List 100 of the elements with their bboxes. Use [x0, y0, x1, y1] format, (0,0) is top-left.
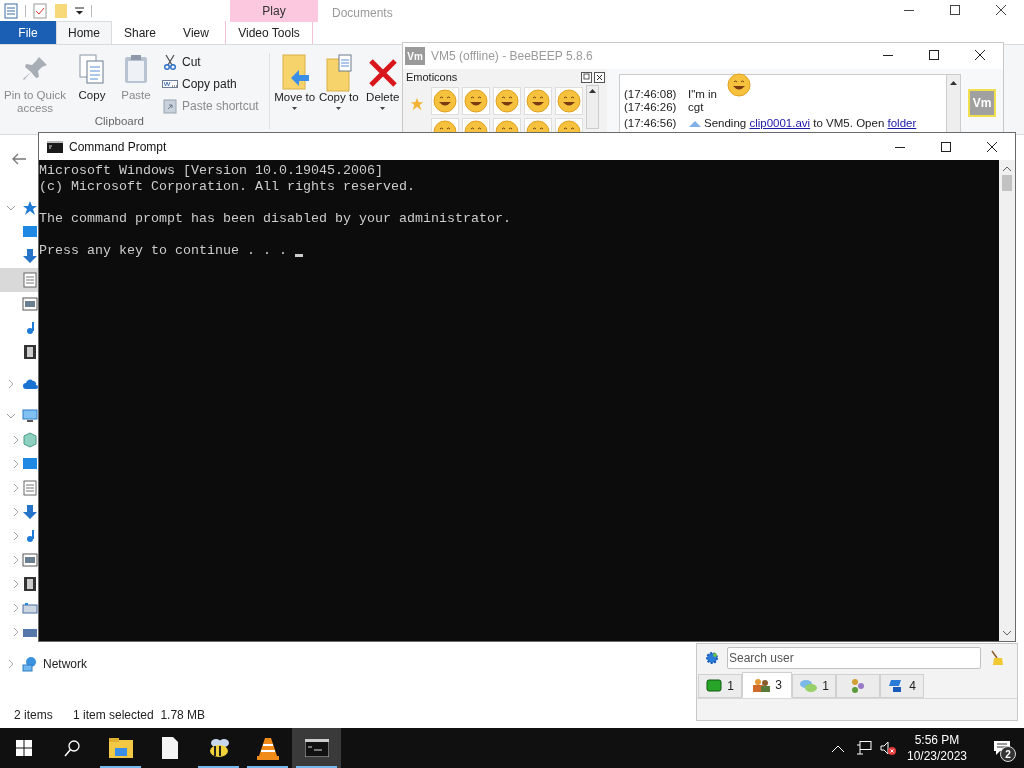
ribbon-tab[interactable]: Share — [112, 21, 168, 44]
app-avatar: Vm — [405, 47, 425, 65]
minimize-icon — [895, 146, 905, 148]
smiley-icon — [495, 89, 519, 113]
smiley-icon — [433, 89, 457, 113]
ribbon-button[interactable]: Delete — [361, 53, 404, 110]
close-icon — [996, 5, 1006, 15]
group-label: Clipboard — [94, 115, 144, 128]
ribbon-tab[interactable]: View — [168, 21, 224, 44]
scrollbar[interactable] — [586, 85, 599, 129]
network-icon[interactable] — [856, 741, 872, 755]
panel-tab[interactable]: 1 — [698, 674, 742, 698]
chevron-right-icon[interactable] — [12, 508, 20, 516]
terminal-icon — [304, 739, 329, 757]
scissors-icon — [162, 53, 178, 70]
chevron-up-icon[interactable] — [832, 744, 844, 752]
terminal-icon — [47, 140, 63, 153]
close-icon[interactable] — [594, 71, 605, 83]
ribbon-tab[interactable]: Home — [56, 21, 112, 44]
maximize-icon — [950, 5, 960, 15]
chevron-right-icon[interactable] — [12, 532, 20, 540]
panel-tab[interactable]: 4 — [880, 674, 924, 698]
panel-tab[interactable]: 1 — [792, 674, 836, 698]
ribbon-tab[interactable]: File — [0, 21, 56, 44]
chevron-right-icon[interactable] — [12, 436, 20, 444]
close-icon — [975, 50, 985, 60]
star-icon[interactable] — [410, 97, 424, 111]
windows-logo-icon — [16, 740, 32, 756]
smiley-icon — [557, 89, 581, 113]
users-icon — [752, 678, 771, 692]
window-title: Command Prompt — [69, 138, 167, 156]
ribbon-button[interactable]: Cut — [162, 53, 259, 70]
context-tab-header: Play — [230, 0, 318, 22]
console-line: Press any key to continue . . . — [39, 243, 288, 259]
panel-tab[interactable]: 3 — [742, 672, 792, 698]
ribbon-button[interactable]: Move to — [273, 53, 316, 110]
minimize-icon — [883, 54, 893, 56]
checklist-icon[interactable] — [33, 3, 47, 19]
message-text: cgt — [688, 101, 704, 114]
dropdown-icon[interactable] — [75, 7, 84, 15]
console-line: Microsoft Windows [Version 10.0.19045.2006] — [39, 163, 383, 179]
ribbon-button[interactable]: Copy path — [162, 75, 259, 92]
window-title: Documents — [332, 5, 393, 22]
chevron-right-icon[interactable] — [12, 556, 20, 564]
search-field[interactable]: Search user — [727, 647, 981, 669]
chevron-right-icon[interactable] — [12, 604, 20, 612]
folder-link[interactable]: folder — [887, 117, 917, 129]
panel-tab[interactable] — [836, 674, 880, 698]
film-icon — [22, 344, 38, 360]
scrollbar[interactable] — [999, 160, 1015, 641]
chevron-right-icon[interactable] — [7, 380, 15, 388]
chevron-right-icon[interactable] — [12, 580, 20, 588]
gear-icon[interactable] — [705, 651, 719, 665]
chevron-down-icon[interactable] — [7, 412, 15, 420]
notification-count: 2 — [1000, 746, 1016, 762]
desktop-icon — [22, 456, 38, 472]
film-icon — [22, 576, 38, 592]
back-arrow-icon[interactable] — [12, 153, 26, 165]
scroll-thumb[interactable] — [1002, 175, 1012, 191]
caret-icon — [380, 107, 386, 110]
maximize-icon — [941, 142, 951, 152]
smiley-icon — [727, 73, 751, 97]
caret-icon — [292, 107, 298, 110]
undock-icon[interactable] — [581, 71, 592, 83]
ribbon-button[interactable]: Copy — [70, 53, 114, 102]
nav-item[interactable]: Network — [0, 652, 120, 676]
status-text: 2 items — [14, 707, 54, 724]
smiley-icon — [464, 89, 488, 113]
window-title: VM5 (offline) - BeeBEEP 5.8.6 — [431, 48, 593, 65]
chat-icon — [706, 679, 723, 693]
chevron-right-icon[interactable] — [7, 660, 15, 668]
notification-button[interactable]: 2 — [980, 728, 1024, 768]
message-time: (17:46:08) — [624, 88, 678, 101]
broom-icon[interactable] — [989, 650, 1003, 666]
transfer-icon — [688, 118, 702, 129]
volume-muted-icon[interactable] — [880, 741, 896, 755]
chat-bubbles-icon — [799, 679, 818, 693]
chevron-right-icon[interactable] — [12, 484, 20, 492]
file-link[interactable]: clip0001.avi — [749, 117, 811, 129]
message-text: Sending clip0001.avi to VM5. Open folder — [704, 117, 917, 130]
smiley-icon — [526, 89, 550, 113]
scroll-up-icon — [589, 89, 596, 93]
scroll-up-icon[interactable] — [950, 81, 957, 85]
shortcut-icon — [162, 97, 178, 114]
chevron-down-icon[interactable] — [7, 204, 15, 212]
ribbon-tab[interactable]: Video Tools — [225, 21, 313, 44]
taskbar-app[interactable] — [292, 728, 341, 768]
chevron-right-icon[interactable] — [12, 628, 20, 636]
download-icon — [22, 504, 38, 520]
file-icon — [161, 737, 178, 759]
clock[interactable]: 5:56 PM 10/23/2023 — [896, 732, 978, 764]
panel-title: Emoticons — [406, 69, 458, 85]
star-icon — [22, 200, 38, 216]
ribbon-button[interactable]: Copy to — [317, 53, 360, 110]
drive-icon — [22, 600, 38, 616]
chevron-right-icon[interactable] — [12, 460, 20, 468]
download-icon — [22, 248, 38, 264]
minimize-icon — [904, 9, 914, 11]
status-text: 1 item selected 1.78 MB — [73, 707, 206, 724]
text-cursor — [294, 254, 303, 257]
